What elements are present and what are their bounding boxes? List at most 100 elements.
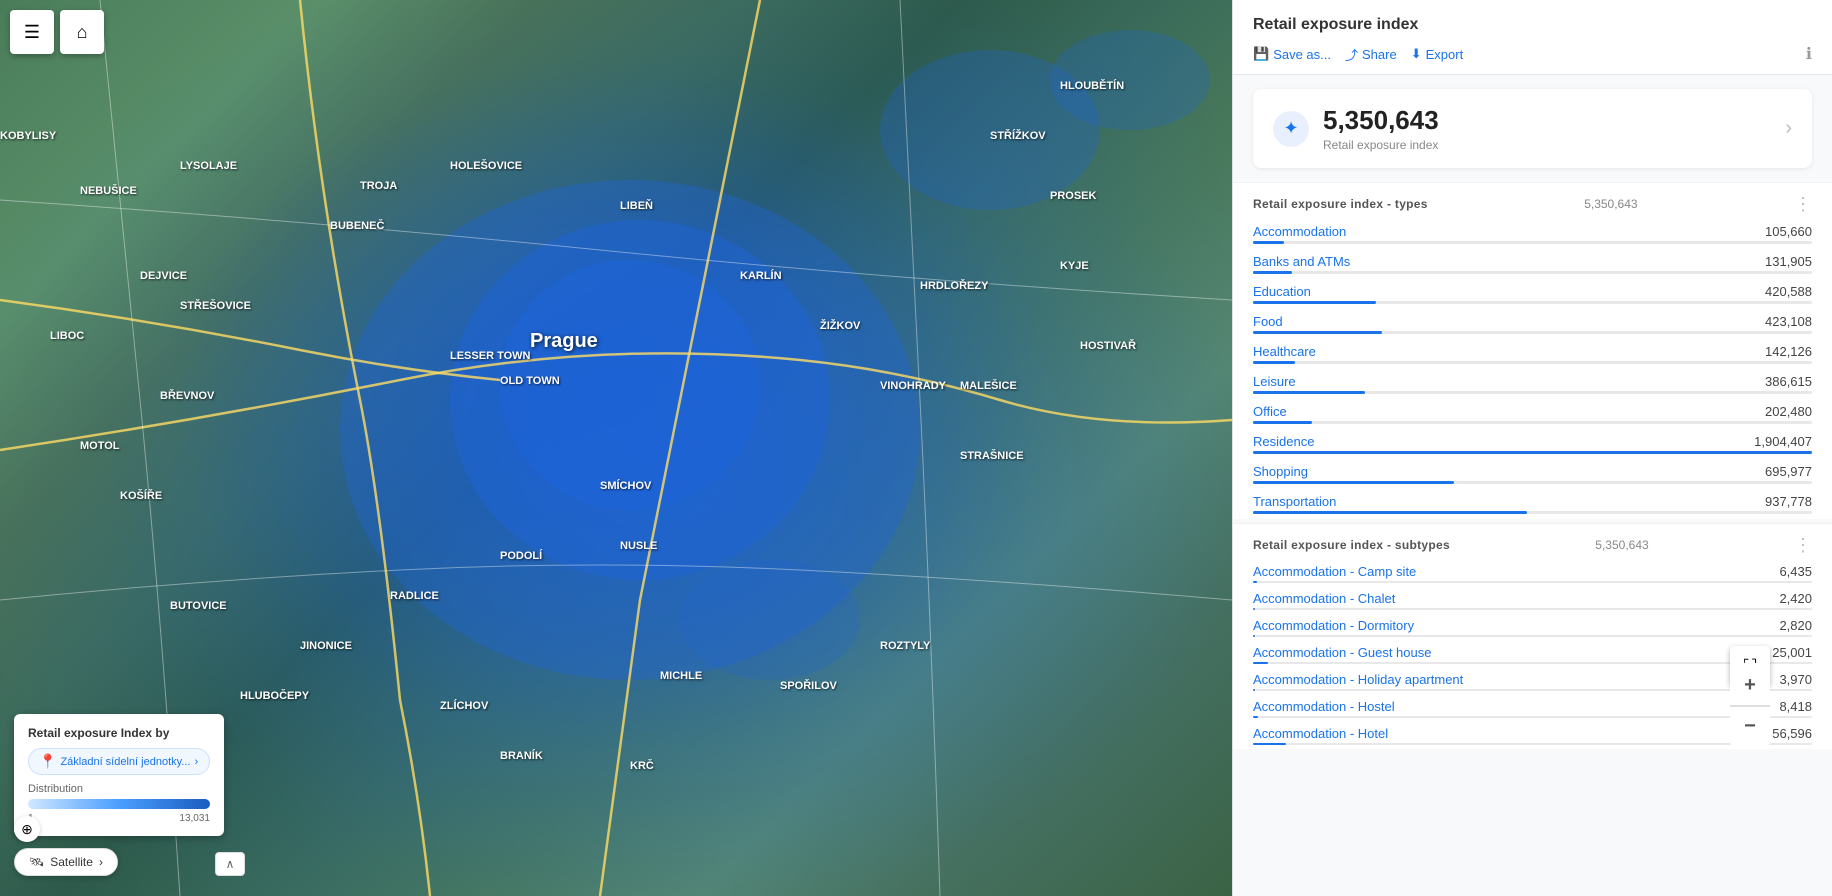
subtype-value: 8,418 [1779, 699, 1812, 714]
type-bar [1253, 481, 1454, 484]
save-label: Save as... [1273, 47, 1331, 62]
subtypes-menu-button[interactable]: ⋮ [1794, 536, 1812, 554]
satellite-button[interactable]: 🛰 Satellite › [14, 848, 118, 876]
type-item[interactable]: Transportation 937,778 [1233, 489, 1832, 519]
zoom-out-button[interactable]: − [1730, 706, 1770, 746]
type-value: 202,480 [1765, 404, 1812, 419]
map-overlay-south [680, 560, 860, 680]
subtype-bar-bg [1253, 608, 1812, 610]
share-label: Share [1362, 47, 1397, 62]
subtype-bar [1253, 635, 1255, 637]
subtype-name: Accommodation - Guest house [1253, 645, 1431, 660]
export-label: Export [1426, 47, 1464, 62]
types-section-count: 5,350,643 [1584, 197, 1637, 211]
types-section-header: Retail exposure index - types 5,350,643 … [1233, 182, 1832, 219]
map-overlay-ne [1050, 30, 1210, 130]
subtype-value: 6,435 [1779, 564, 1812, 579]
layer-stack-icon[interactable]: ⊕ [14, 816, 40, 842]
satellite-icon: 🛰 [29, 855, 44, 869]
type-bar [1253, 361, 1295, 364]
type-item[interactable]: Shopping 695,977 [1233, 459, 1832, 489]
zoom-controls: + − [1730, 666, 1770, 746]
subtypes-section-header: Retail exposure index - subtypes 5,350,6… [1233, 523, 1832, 560]
type-item[interactable]: Education 420,588 [1233, 279, 1832, 309]
type-bar-bg [1253, 241, 1812, 244]
subtype-bar [1253, 743, 1286, 745]
top-toolbar: ☰ ⌂ [10, 10, 104, 54]
menu-button[interactable]: ☰ [10, 10, 54, 54]
type-item[interactable]: Leisure 386,615 [1233, 369, 1832, 399]
layer-label: Satellite [50, 855, 93, 869]
subtype-bar [1253, 689, 1255, 691]
type-bar [1253, 511, 1527, 514]
type-bar-bg [1253, 451, 1812, 454]
subtype-name: Accommodation - Camp site [1253, 564, 1416, 579]
collapse-button[interactable]: ∧ [215, 852, 245, 876]
type-name: Accommodation [1253, 224, 1346, 239]
location-selector[interactable]: 📍 Základní sídelní jednotky... › [28, 748, 210, 775]
location-label: Základní sídelní jednotky... [60, 756, 190, 768]
save-icon: 💾 [1253, 46, 1269, 62]
home-button[interactable]: ⌂ [60, 10, 104, 54]
subtype-bar-bg [1253, 716, 1812, 718]
info-button[interactable]: ℹ [1806, 44, 1812, 64]
type-name: Food [1253, 314, 1283, 329]
type-item[interactable]: Office 202,480 [1233, 399, 1832, 429]
type-bar-bg [1253, 481, 1812, 484]
subtype-item[interactable]: Accommodation - Chalet 2,420 [1233, 587, 1832, 614]
type-item[interactable]: Banks and ATMs 131,905 [1233, 249, 1832, 279]
type-name: Education [1253, 284, 1311, 299]
metric-label: Retail exposure index [1323, 138, 1439, 152]
range-max: 13,031 [179, 813, 210, 824]
subtype-bar-bg [1253, 743, 1812, 745]
type-bar-bg [1253, 331, 1812, 334]
subtypes-section-count: 5,350,643 [1595, 538, 1648, 552]
types-menu-button[interactable]: ⋮ [1794, 195, 1812, 213]
subtype-item[interactable]: Accommodation - Dormitory 2,820 [1233, 614, 1832, 641]
metric-info: 5,350,643 Retail exposure index [1323, 105, 1439, 152]
type-bar-bg [1253, 511, 1812, 514]
subtype-value: 56,596 [1772, 726, 1812, 741]
export-button[interactable]: ⬇ Export [1411, 46, 1463, 62]
subtype-name: Accommodation - Holiday apartment [1253, 672, 1463, 687]
save-as-button[interactable]: 💾 Save as... [1253, 46, 1331, 62]
subtype-bar [1253, 608, 1255, 610]
subtype-item[interactable]: Accommodation - Camp site 6,435 [1233, 560, 1832, 587]
type-name: Shopping [1253, 464, 1308, 479]
types-section-title: Retail exposure index - types [1253, 197, 1428, 211]
types-section: Retail exposure index - types 5,350,643 … [1233, 182, 1832, 519]
type-bar [1253, 301, 1376, 304]
share-button[interactable]: ⤴ Share [1345, 45, 1397, 64]
map-overlay-core [500, 260, 760, 510]
metric-arrow[interactable]: › [1785, 117, 1792, 140]
type-item[interactable]: Food 423,108 [1233, 309, 1832, 339]
type-name: Healthcare [1253, 344, 1316, 359]
metric-value: 5,350,643 [1323, 105, 1439, 136]
type-item[interactable]: Healthcare 142,126 [1233, 339, 1832, 369]
type-value: 423,108 [1765, 314, 1812, 329]
zoom-in-button[interactable]: + [1730, 666, 1770, 706]
type-bar [1253, 331, 1382, 334]
type-value: 142,126 [1765, 344, 1812, 359]
layer-arrow: › [99, 855, 103, 869]
type-bar-bg [1253, 361, 1812, 364]
type-item[interactable]: Residence 1,904,407 [1233, 429, 1832, 459]
panel-title: Retail exposure index [1253, 16, 1812, 34]
metric-icon: ✦ [1273, 111, 1309, 147]
type-bar [1253, 421, 1312, 424]
subtype-bar [1253, 581, 1257, 583]
type-value: 420,588 [1765, 284, 1812, 299]
panel-actions: 💾 Save as... ⤴ Share ⬇ Export ℹ [1253, 44, 1812, 64]
type-value: 937,778 [1765, 494, 1812, 509]
subtype-value: 2,420 [1779, 591, 1812, 606]
distribution-bar [28, 799, 210, 809]
type-bar [1253, 271, 1292, 274]
type-bar [1253, 241, 1284, 244]
subtype-bar [1253, 716, 1258, 718]
type-name: Residence [1253, 434, 1314, 449]
legend-title: Retail exposure Index by [28, 726, 210, 740]
type-item[interactable]: Accommodation 105,660 [1233, 219, 1832, 249]
type-name: Office [1253, 404, 1287, 419]
metric-card: ✦ 5,350,643 Retail exposure index › [1253, 89, 1812, 168]
export-icon: ⬇ [1411, 46, 1422, 62]
